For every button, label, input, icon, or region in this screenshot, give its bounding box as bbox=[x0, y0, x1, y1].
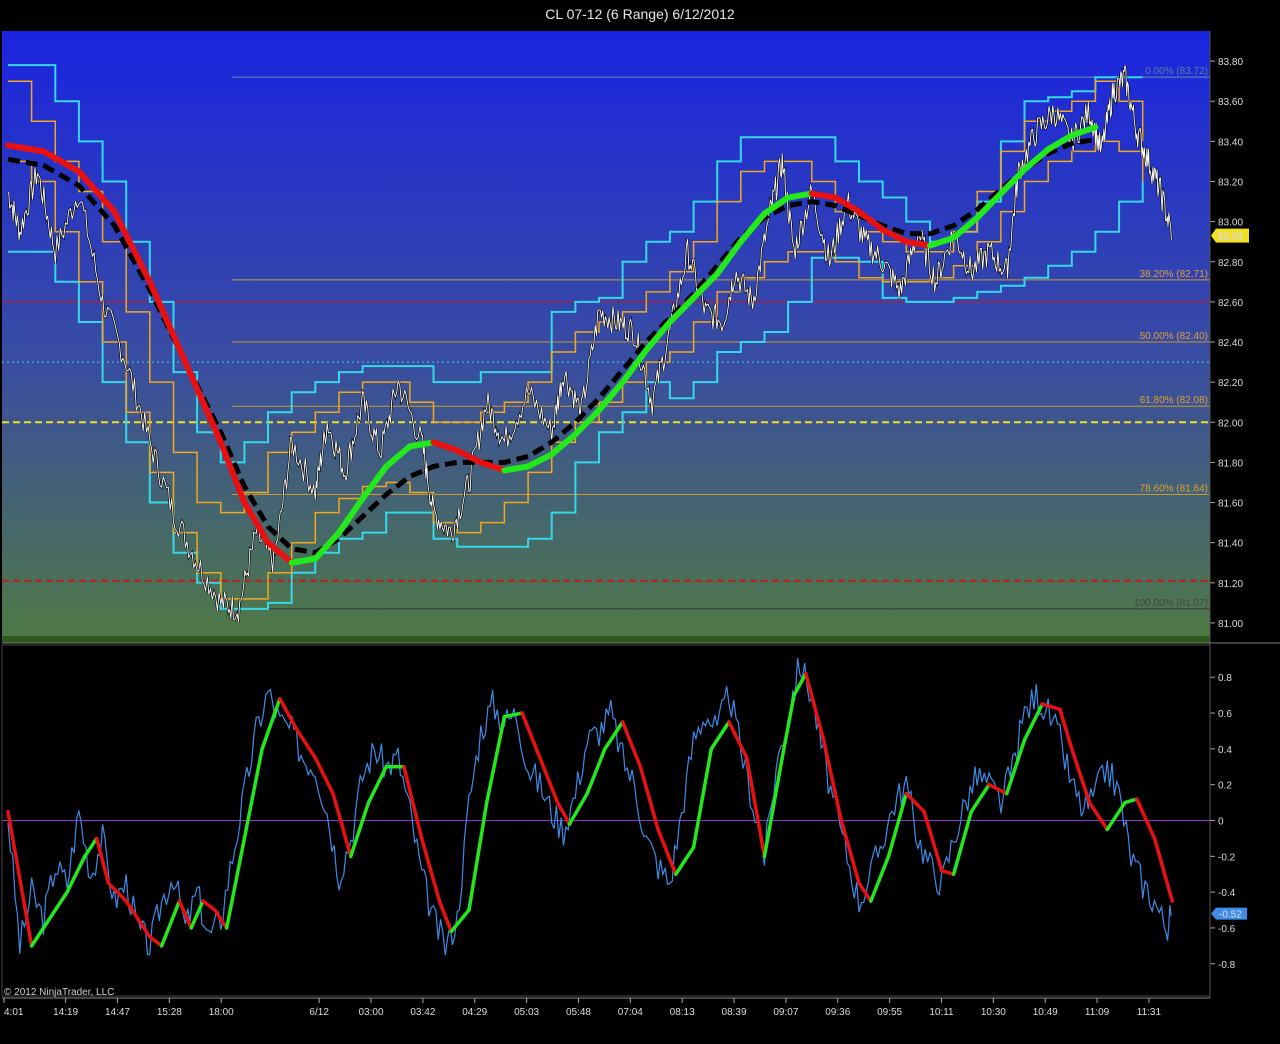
current-price-label: 82.93 bbox=[1218, 232, 1243, 243]
time-tick-label: 09:36 bbox=[825, 1007, 850, 1018]
trend-curve-segment bbox=[501, 463, 532, 474]
oscillator-tick-label: 0.8 bbox=[1218, 673, 1232, 684]
copyright-notice: © 2012 NinjaTrader, LLC bbox=[4, 987, 114, 998]
trend-curve-segment bbox=[903, 238, 933, 249]
price-tick-label: 81.00 bbox=[1218, 619, 1243, 630]
price-tick-label: 82.60 bbox=[1218, 298, 1243, 309]
fib-level-label: 100.00% (81.07) bbox=[1134, 598, 1208, 609]
oscillator-tick-label: 0.2 bbox=[1218, 781, 1232, 792]
current-oscillator-label: -0.52 bbox=[1219, 910, 1242, 921]
price-tick-label: 83.60 bbox=[1218, 97, 1243, 108]
price-tick-label: 82.20 bbox=[1218, 378, 1243, 389]
oscillator-tick-label: 0 bbox=[1218, 817, 1224, 828]
chart-canvas[interactable]: 0.00% (83.72) 38.20% (82.71) 50.00% (82.40… bbox=[0, 28, 1280, 1044]
time-tick-label: 11:31 bbox=[1137, 1007, 1162, 1018]
oscillator-tick-label: -0.6 bbox=[1218, 924, 1236, 935]
time-tick-label: 09:07 bbox=[773, 1007, 798, 1018]
oscillator-tick-label: -0.4 bbox=[1218, 888, 1236, 899]
time-tick-label: 10:11 bbox=[929, 1007, 954, 1018]
time-tick-label: 04:29 bbox=[462, 1007, 487, 1018]
fib-level-label: 78.60% (81.64) bbox=[1140, 484, 1208, 495]
price-tick-label: 83.80 bbox=[1218, 57, 1243, 68]
time-tick-label: 14:19 bbox=[53, 1007, 78, 1018]
oscillator-tick-label: -0.8 bbox=[1218, 960, 1236, 971]
trend-curve-segment bbox=[288, 555, 319, 566]
time-tick-label: 10:49 bbox=[1033, 1007, 1058, 1018]
time-tick-label: 07:04 bbox=[618, 1007, 643, 1018]
price-tick-label: 82.40 bbox=[1218, 338, 1243, 349]
fib-level-label: 0.00% (83.72) bbox=[1145, 66, 1208, 77]
oscillator-axis: 0.8 0.6 0.4 0.2 0 -0.2 -0.4 -0.6 -0.8 -0.52 bbox=[1210, 673, 1247, 971]
time-tick-label: 03:42 bbox=[410, 1007, 435, 1018]
time-tick-label: 11:09 bbox=[1085, 1007, 1110, 1018]
oscillator-tick-label: 0.6 bbox=[1218, 709, 1232, 720]
time-tick-label: 6/12 bbox=[309, 1007, 329, 1018]
time-tick-label: 15:28 bbox=[157, 1007, 182, 1018]
price-panel-background bbox=[2, 31, 1210, 643]
trend-curve-segment bbox=[406, 439, 437, 450]
price-tick-label: 81.80 bbox=[1218, 458, 1243, 469]
trend-state-strip bbox=[2, 636, 1210, 643]
trend-curve-segment bbox=[785, 190, 815, 201]
time-tick-label: 4:01 bbox=[4, 1007, 24, 1018]
time-tick-label: 08:13 bbox=[670, 1007, 695, 1018]
price-tick-label: 81.40 bbox=[1218, 539, 1243, 550]
time-tick-label: 14:47 bbox=[105, 1007, 130, 1018]
fib-level-label: 50.00% (82.40) bbox=[1140, 331, 1208, 342]
price-tick-label: 83.00 bbox=[1218, 218, 1243, 229]
oscillator-tick-label: 0.4 bbox=[1218, 745, 1232, 756]
time-tick-label: 05:48 bbox=[566, 1007, 591, 1018]
time-axis: 4:01 14:19 14:47 15:28 18:00 6/12 03:00 03:42 04… bbox=[2, 997, 1210, 1018]
fib-level-label: 61.80% (82.08) bbox=[1140, 395, 1208, 406]
price-tick-label: 82.00 bbox=[1218, 418, 1243, 429]
time-tick-label: 09:55 bbox=[877, 1007, 902, 1018]
price-tick-label: 82.80 bbox=[1218, 258, 1243, 269]
price-tick-label: 83.40 bbox=[1218, 137, 1243, 148]
price-tick-label: 83.20 bbox=[1218, 177, 1243, 188]
time-tick-label: 10:30 bbox=[981, 1007, 1006, 1018]
time-tick-label: 03:00 bbox=[359, 1007, 384, 1018]
price-tick-label: 81.20 bbox=[1218, 579, 1243, 590]
price-axis: 83.80 83.60 83.40 83.20 83.00 82.80 82.60 82.40… bbox=[1210, 57, 1249, 630]
time-tick-label: 08:39 bbox=[722, 1007, 747, 1018]
trend-curve-segment bbox=[808, 190, 839, 201]
chart-title: CL 07-12 (6 Range) 6/12/2012 bbox=[545, 6, 735, 22]
fib-level-label: 38.20% (82.71) bbox=[1140, 269, 1208, 280]
oscillator-tick-label: -0.2 bbox=[1218, 852, 1236, 863]
time-tick-label: 05:03 bbox=[514, 1007, 539, 1018]
price-tick-label: 81.60 bbox=[1218, 499, 1243, 510]
time-tick-label: 18:00 bbox=[209, 1007, 234, 1018]
